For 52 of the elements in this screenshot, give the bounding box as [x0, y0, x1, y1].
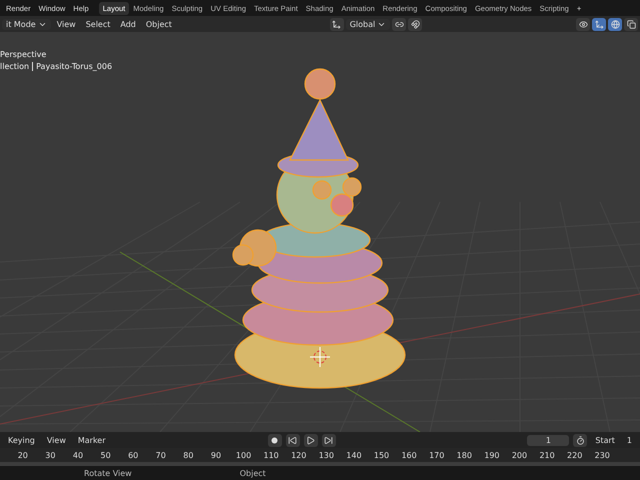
frame-tick: 210: [538, 450, 556, 460]
frame-tick: 130: [318, 450, 335, 460]
menu-item[interactable]: Keying: [4, 436, 39, 444]
status-hint: Rotate View: [84, 468, 132, 478]
3d-cursor-icon: [310, 346, 330, 368]
menu-item[interactable]: Marker: [74, 436, 110, 444]
frame-tick: 60: [127, 450, 140, 460]
object-name: Payasito-Torus_006: [36, 62, 112, 71]
frame-tick: 220: [566, 450, 584, 460]
play-icon[interactable]: [304, 434, 318, 446]
view-name: Perspective: [0, 50, 48, 59]
mode-dropdown[interactable]: it Mode: [2, 18, 51, 30]
frame-tick: 140: [345, 450, 363, 460]
frame-tick: 170: [428, 450, 446, 460]
frame-tick: 90: [210, 450, 222, 460]
frame-tick: 120: [290, 450, 308, 460]
frame-field[interactable]: 1: [527, 434, 570, 446]
frame-tick: 180: [456, 450, 473, 460]
frame-tick: 150: [372, 450, 390, 460]
menu-item[interactable]: Select: [82, 20, 114, 28]
status-hint: Object: [240, 468, 266, 478]
globe-icon[interactable]: [608, 18, 622, 30]
frame-tick: 160: [400, 450, 418, 460]
collection-name: llection: [0, 62, 30, 71]
menu-item[interactable]: Add: [116, 20, 140, 28]
start-label: Start: [594, 436, 616, 444]
frame-tick: 190: [483, 450, 501, 460]
frame-tick: 80: [182, 450, 194, 460]
frame-tick: 70: [154, 450, 167, 460]
frame-tick: 100: [234, 450, 252, 460]
magnet-icon[interactable]: [408, 18, 422, 30]
menu-item[interactable]: View: [52, 20, 80, 28]
record-icon[interactable]: [268, 434, 282, 446]
timer-icon[interactable]: [573, 434, 588, 446]
frame-tick: 30: [44, 450, 56, 460]
start-value[interactable]: 1: [622, 436, 636, 444]
frame-tick: 40: [72, 450, 84, 460]
frame-tick: 20: [16, 450, 29, 460]
copy-icon[interactable]: [624, 18, 638, 30]
orientation-dropdown[interactable]: Global: [346, 18, 390, 30]
link-icon[interactable]: [392, 18, 406, 30]
eye-icon[interactable]: [576, 18, 590, 30]
frame-tick: 50: [99, 450, 112, 460]
frame-tick: 200: [510, 450, 528, 460]
frame-tick: 230: [594, 450, 611, 460]
transform-icon[interactable]: [330, 18, 344, 30]
jump-end-icon[interactable]: [322, 434, 336, 446]
jump-start-icon[interactable]: [286, 434, 300, 446]
menu-item[interactable]: View: [42, 436, 70, 444]
frame-tick: 110: [262, 450, 280, 460]
menu-item[interactable]: Object: [142, 20, 176, 28]
gizmo-icon[interactable]: [592, 18, 606, 30]
